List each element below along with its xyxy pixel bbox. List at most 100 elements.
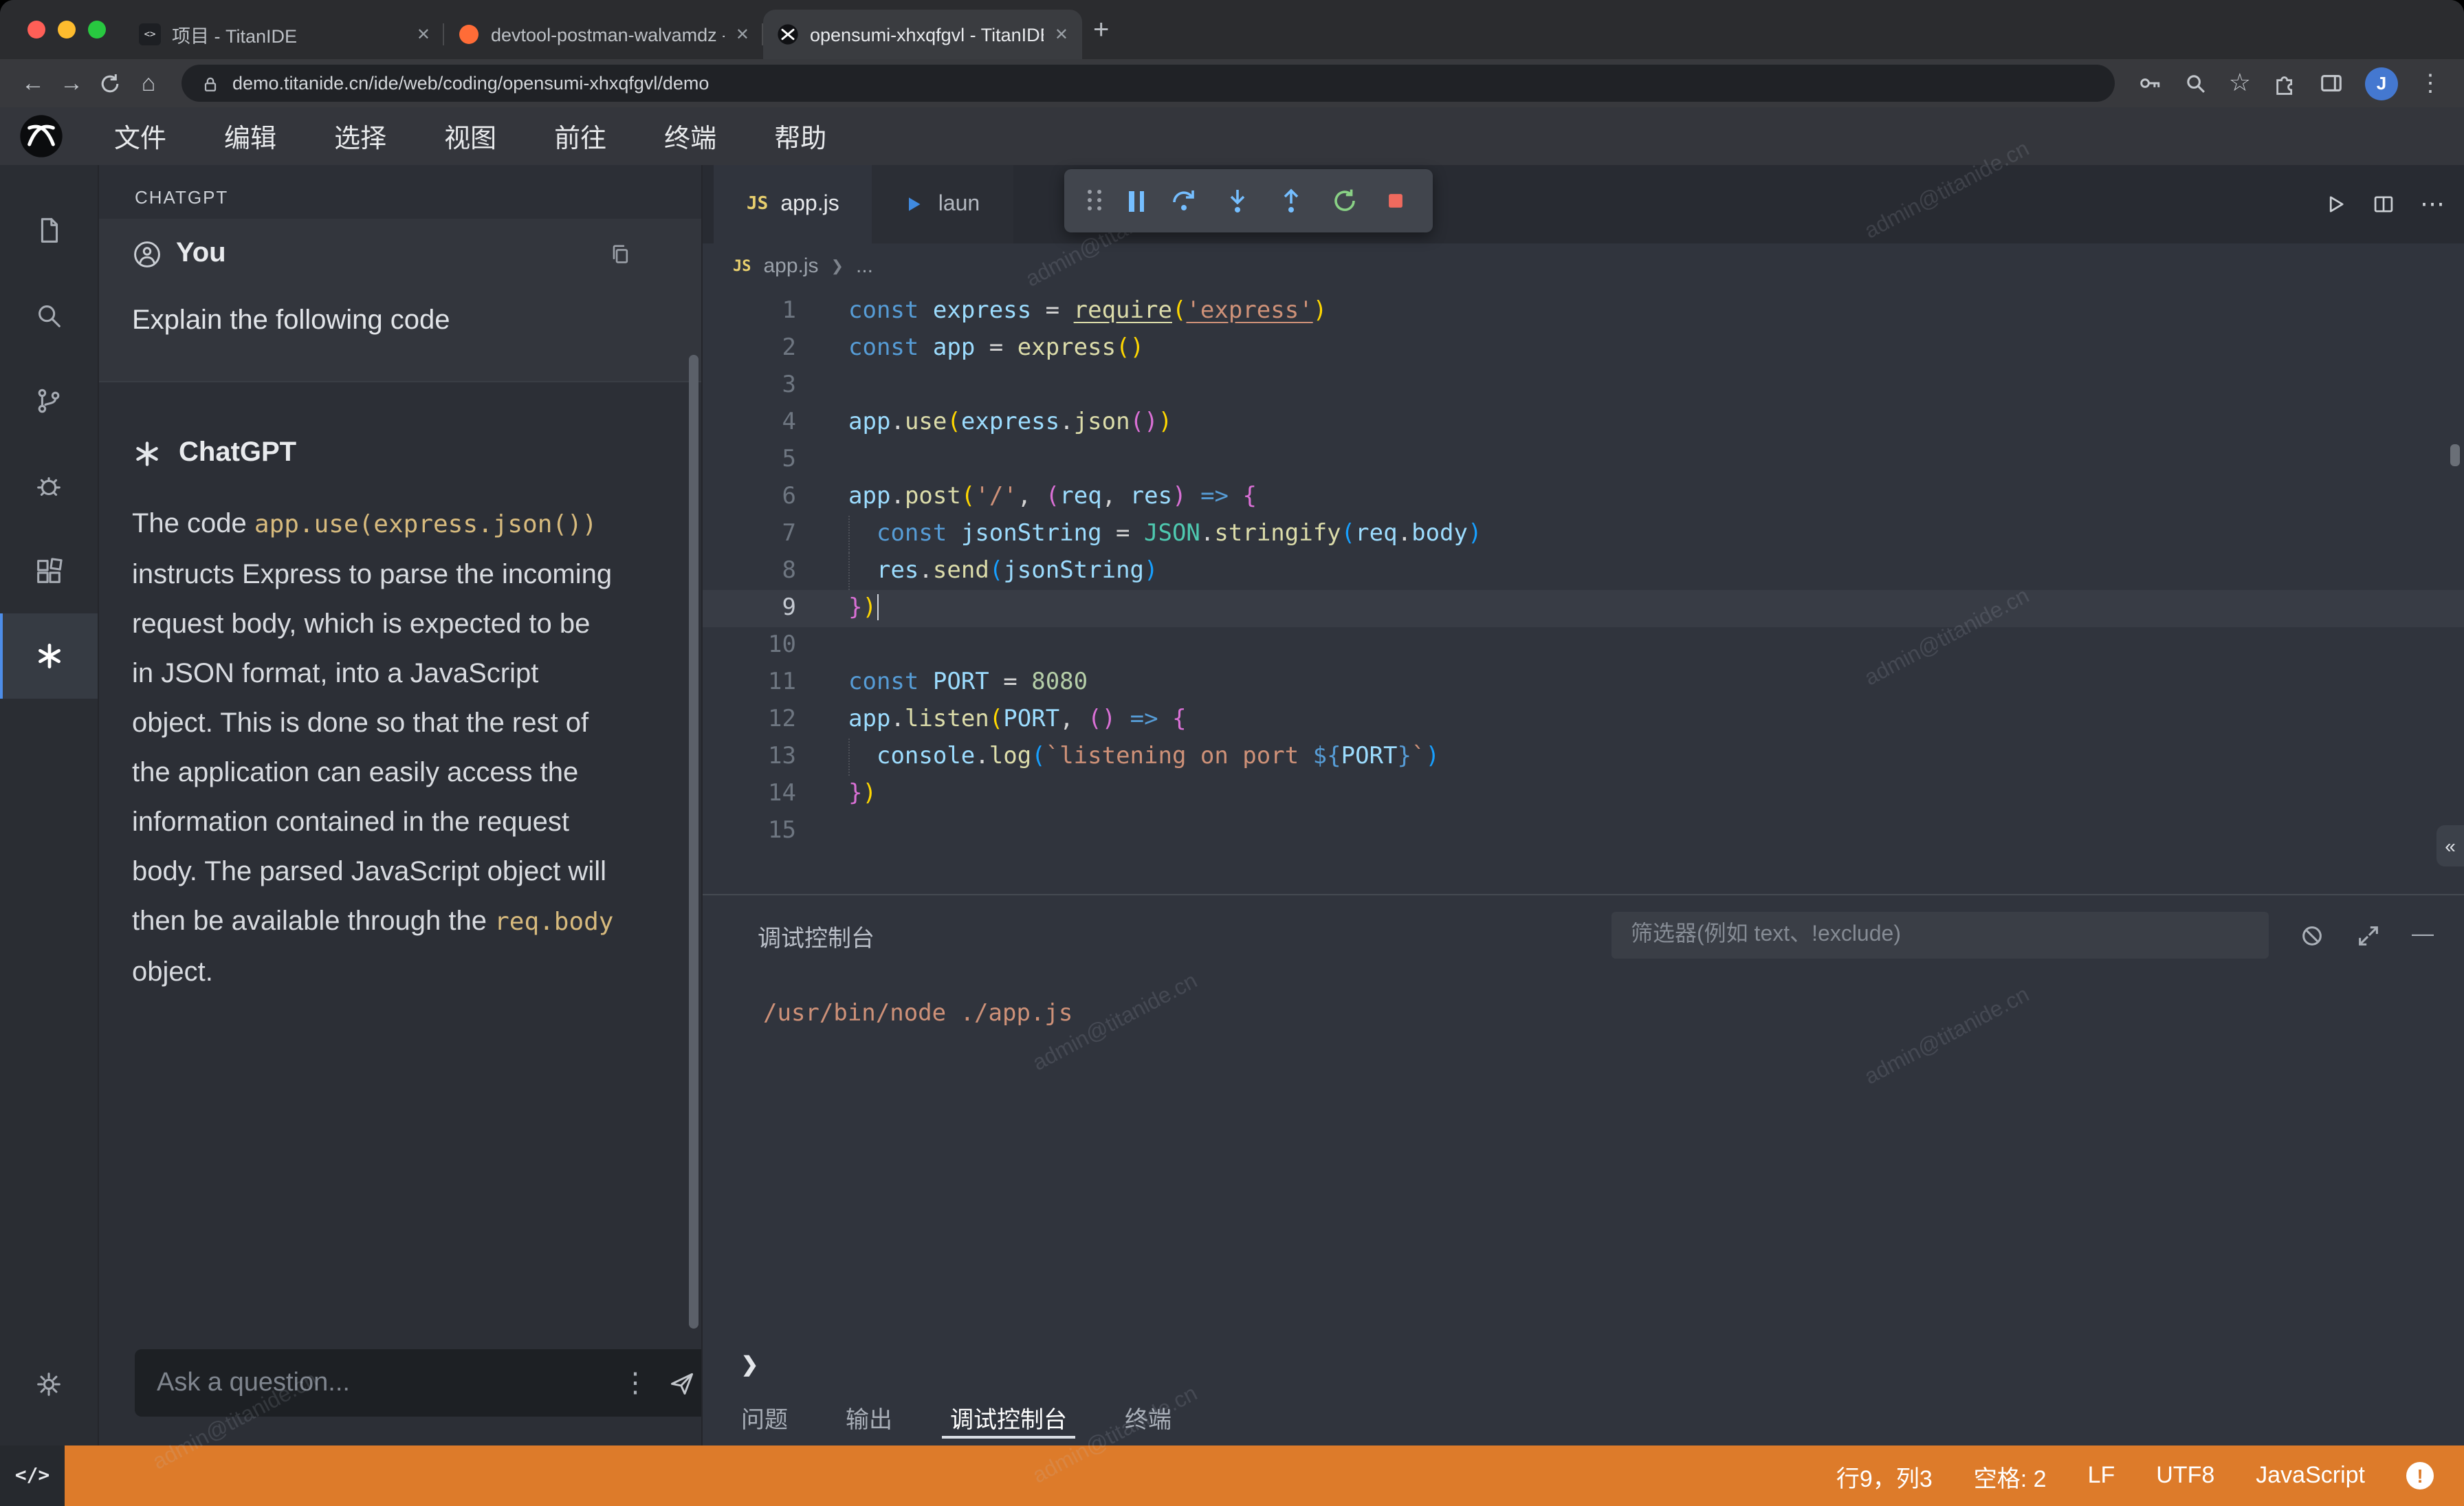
run-icon[interactable] [2324,193,2347,216]
code-line[interactable]: 14}) [703,776,2464,813]
panel-tab-debug-console[interactable]: 调试控制台 [950,1388,1067,1445]
code-line[interactable]: 3 [703,367,2464,404]
close-window-button[interactable] [28,21,45,39]
titanide-logo[interactable] [19,114,63,158]
sidebar-scrollbar[interactable] [689,355,698,1329]
extensions-puzzle-icon[interactable] [2272,70,2298,96]
panel-tab-terminal[interactable]: 终端 [1125,1388,1172,1445]
line-number[interactable]: 7 [703,516,796,553]
new-tab-button[interactable]: + [1093,16,1109,43]
step-into-icon[interactable] [1224,187,1251,215]
line-number[interactable]: 11 [703,664,796,701]
line-number[interactable]: 12 [703,701,796,739]
site-info-icon[interactable] [201,72,220,94]
panel-tab-problems[interactable]: 问题 [741,1388,788,1445]
menu-selection[interactable]: 选择 [305,118,415,155]
activity-files-icon[interactable] [0,187,98,272]
line-number[interactable]: 1 [703,293,796,330]
code-line[interactable]: 2const app = express() [703,330,2464,367]
line-number[interactable]: 9 [703,590,796,627]
password-key-icon[interactable] [2137,70,2163,96]
restart-icon[interactable] [1330,187,1358,215]
panel-tab-output[interactable]: 输出 [846,1388,892,1445]
code-line[interactable]: 5 [703,441,2464,479]
chat-options-icon[interactable]: ⋮ [622,1366,649,1400]
encoding-setting[interactable]: UTF8 [2156,1462,2214,1489]
browser-tab-2[interactable]: devtool-postman-walvamdz - ✕ [444,10,763,59]
menu-help[interactable]: 帮助 [745,118,855,155]
browser-menu-icon[interactable]: ⋮ [2419,69,2442,97]
activity-extensions-icon[interactable] [0,528,98,613]
breadcrumb-more[interactable]: ... [856,254,873,278]
chat-input[interactable] [154,1366,613,1399]
step-out-icon[interactable] [1277,187,1305,215]
language-mode[interactable]: JavaScript [2256,1462,2365,1489]
line-number[interactable]: 8 [703,553,796,590]
menu-file[interactable]: 文件 [85,118,195,155]
home-icon[interactable]: ⌂ [129,69,168,97]
chat-input-box[interactable]: ⋮ [135,1349,715,1417]
minimize-panel-icon[interactable]: — [2412,923,2434,948]
forward-icon[interactable]: → [52,69,91,97]
line-number[interactable]: 5 [703,441,796,479]
split-editor-icon[interactable] [2372,193,2395,216]
code-line[interactable]: 8 res.send(jsonString) [703,553,2464,590]
pause-icon[interactable] [1130,190,1145,211]
notification-icon[interactable]: ! [2406,1462,2434,1489]
stop-icon[interactable] [1384,188,1409,213]
cursor-position[interactable]: 行9，列3 [1836,1459,1933,1493]
activity-chatgpt-icon[interactable] [0,613,98,699]
minimize-window-button[interactable] [58,21,76,39]
browser-tab-1[interactable]: <> 项目 - TitanIDE ✕ [125,10,444,59]
more-actions-icon[interactable]: ⋯ [2420,190,2445,219]
code-line[interactable]: 1const express = require('express') [703,293,2464,330]
profile-avatar[interactable]: J [2365,67,2398,100]
tab-close-icon[interactable]: ✕ [1055,25,1068,44]
breadcrumb[interactable]: JS app.js ❯ ... [703,243,2464,289]
editor-tab-launch[interactable]: laun [872,165,1013,243]
expand-panel-icon[interactable] [2355,922,2382,948]
line-number[interactable]: 14 [703,776,796,813]
line-number[interactable]: 3 [703,367,796,404]
send-icon[interactable] [668,1369,696,1397]
activity-debug-icon[interactable] [0,443,98,528]
menu-edit[interactable]: 编辑 [195,118,305,155]
address-bar[interactable]: demo.titanide.cn/ide/web/coding/opensumi… [182,65,2115,102]
zoom-icon[interactable] [2184,71,2208,96]
console-filter-input[interactable] [1628,921,2252,949]
step-over-icon[interactable] [1170,187,1198,215]
bookmark-star-icon[interactable]: ☆ [2229,69,2251,98]
menu-view[interactable]: 视图 [415,118,525,155]
code-line[interactable]: 7 const jsonString = JSON.stringify(req.… [703,516,2464,553]
code-line[interactable]: 11const PORT = 8080 [703,664,2464,701]
editor-scrollbar[interactable] [2450,444,2460,466]
back-icon[interactable]: ← [14,69,52,97]
editor-tab-appjs[interactable]: JS app.js [714,165,872,243]
line-number[interactable]: 10 [703,627,796,664]
code-line[interactable]: 4app.use(express.json()) [703,404,2464,441]
eol-setting[interactable]: LF [2088,1462,2115,1489]
clear-console-icon[interactable] [2299,922,2325,948]
activity-source-control-icon[interactable] [0,358,98,443]
line-number[interactable]: 15 [703,813,796,850]
side-panel-icon[interactable] [2318,70,2344,96]
drag-handle-icon[interactable] [1088,190,1103,212]
collapse-panel-icon[interactable]: « [2436,825,2464,866]
code-line[interactable]: 10 [703,627,2464,664]
browser-tab-3-active[interactable]: opensumi-xhxqfgvl - TitanIDE ✕ [763,10,1082,59]
activity-search-icon[interactable] [0,272,98,358]
copy-icon[interactable] [608,241,632,266]
code-editor[interactable]: 1const express = require('express')2cons… [703,289,2464,894]
menu-terminal[interactable]: 终端 [635,118,745,155]
line-number[interactable]: 4 [703,404,796,441]
breadcrumb-file[interactable]: app.js [764,254,819,278]
line-number[interactable]: 6 [703,479,796,516]
line-number[interactable]: 2 [703,330,796,367]
repl-prompt-icon[interactable]: ❯ [741,1352,758,1377]
reload-icon[interactable] [91,71,129,96]
code-line[interactable]: 6app.post('/', (req, res) => { [703,479,2464,516]
code-line[interactable]: 9}) [703,590,2464,627]
line-number[interactable]: 13 [703,739,796,776]
console-output-area[interactable]: /usr/bin/node ./app.js ❯ [703,967,2464,1388]
settings-gear-icon[interactable] [0,1341,98,1426]
